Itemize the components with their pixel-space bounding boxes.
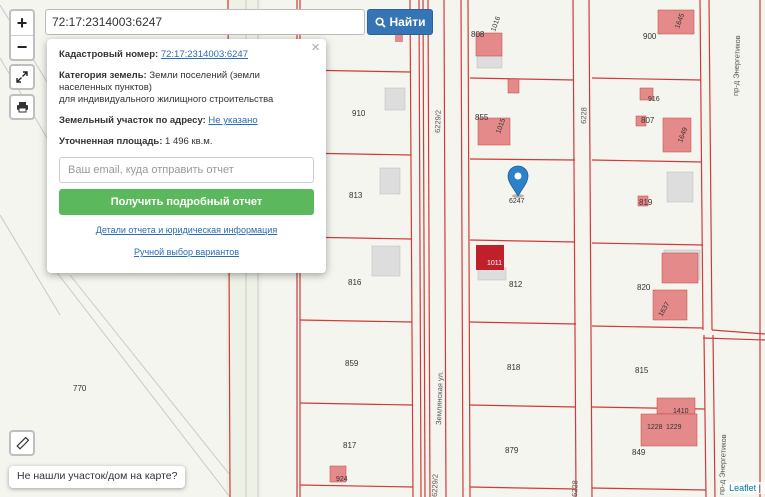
leaflet-link[interactable]: Leaflet — [729, 483, 756, 493]
parcel-label: 1229 — [666, 424, 682, 431]
parcel-label: 1011 — [487, 260, 502, 267]
cadastral-row: Кадастровый номер: 72:17:2314003:6247 — [59, 49, 314, 61]
email-field[interactable]: Ваш email, куда отправить отчет — [59, 157, 314, 183]
parcel-label: 818 — [507, 363, 521, 372]
parcel-label: 808 — [471, 30, 485, 39]
parcel-info-popup: × Кадастровый номер: 72:17:2314003:6247 … — [47, 39, 326, 273]
expand-icon — [16, 71, 28, 83]
area-label: Уточненная площадь: — [59, 136, 163, 147]
cadastral-link[interactable]: 72:17:2314003:6247 — [161, 49, 248, 60]
parcel-label: 859 — [345, 359, 359, 368]
street-label: 6228 — [579, 107, 589, 124]
not-found-button[interactable]: Не нашли участок/дом на карте? — [9, 466, 186, 488]
parcel-label: 900 — [643, 32, 657, 41]
parcel-label: 6247 — [509, 198, 525, 205]
close-popup-button[interactable]: × — [311, 40, 320, 55]
parcel-label: 855 — [475, 113, 489, 122]
search-button-label: Найти — [389, 15, 426, 29]
address-row: Земельный участок по адресу: Не указано — [59, 115, 314, 127]
parcel-label: 879 — [505, 446, 519, 455]
street-label: Землянская ул. — [434, 371, 445, 425]
printer-icon — [16, 102, 28, 113]
parcel-label: 813 — [349, 191, 363, 200]
street-label: 6229/2 — [433, 110, 443, 133]
cadastral-label: Кадастровый номер: — [59, 49, 159, 60]
usage-value: для индивидуального жилищного строительс… — [59, 94, 274, 105]
parcel-label: 770 — [73, 384, 87, 393]
parcel-label: 916 — [648, 96, 660, 103]
category-label: Категория земель: — [59, 70, 147, 81]
parcel-label: 1410 — [673, 408, 689, 415]
parcel-label: 924 — [336, 476, 348, 483]
area-row: Уточненная площадь: 1 496 кв.м. — [59, 136, 314, 148]
street-label: 6228 — [570, 480, 580, 497]
search-icon — [374, 16, 386, 28]
parcel-label: 816 — [348, 278, 362, 287]
parcel-label: 1228 — [647, 424, 663, 431]
category-row: Категория земель: Земли поселений (земли… — [59, 70, 314, 106]
fullscreen-button[interactable] — [9, 64, 35, 90]
parcel-label: 807 — [641, 116, 655, 125]
get-report-button[interactable]: Получить подробный отчет — [59, 189, 314, 215]
parcel-label: 849 — [632, 448, 646, 457]
attribution-separator: | — [758, 483, 761, 493]
parcel-label: 910 — [352, 109, 366, 118]
address-link[interactable]: Не указано — [208, 115, 257, 126]
map-attribution: Leaflet | — [725, 482, 765, 494]
manual-selection-link[interactable]: Ручной выбор вариантов — [134, 247, 239, 257]
search-input[interactable]: 72:17:2314003:6247 — [45, 9, 365, 35]
parcel-label: 819 — [639, 198, 653, 207]
zoom-control: + − — [9, 9, 35, 61]
area-value: 1 496 кв.м. — [165, 136, 213, 147]
print-button[interactable] — [9, 94, 35, 120]
ruler-button[interactable] — [9, 430, 35, 456]
parcel-label: 815 — [635, 366, 649, 375]
street-label: 6229/2 — [430, 474, 440, 497]
details-link[interactable]: Детали отчета и юридическая информация — [96, 225, 277, 235]
zoom-in-button[interactable]: + — [11, 11, 33, 35]
parcel-label: 820 — [637, 283, 651, 292]
parcel-label: 812 — [509, 280, 523, 289]
address-label: Земельный участок по адресу: — [59, 115, 206, 126]
parcel-label: 817 — [343, 441, 357, 450]
search-button[interactable]: Найти — [367, 9, 433, 35]
ruler-icon — [15, 436, 29, 450]
zoom-out-button[interactable]: − — [11, 35, 33, 59]
